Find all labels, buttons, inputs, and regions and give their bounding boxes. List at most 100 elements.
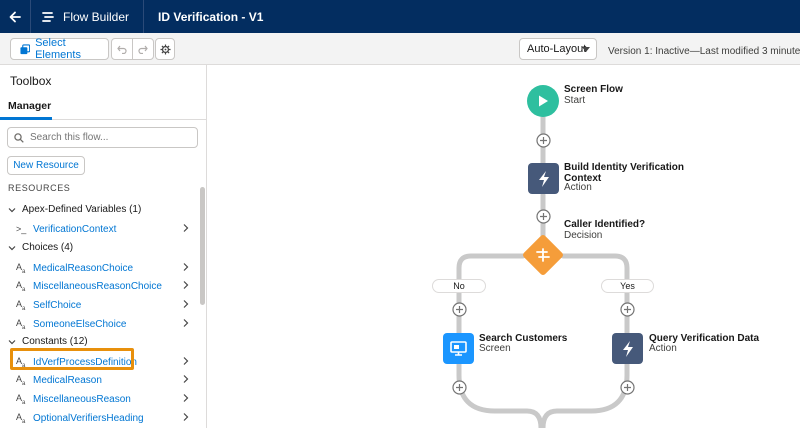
undo-icon	[117, 45, 127, 54]
resource-name: MiscellaneousReason	[33, 393, 131, 405]
text-type-icon: Aa	[16, 261, 26, 275]
list-item[interactable]: >_ VerificationContext	[16, 222, 194, 236]
decision-node-title: Caller Identified?	[564, 219, 646, 230]
toolbox-panel: Toolbox Manager New Resource RESOURCES A…	[0, 65, 207, 428]
chevron-right-icon	[183, 281, 189, 289]
flow-search	[7, 127, 198, 148]
text-type-icon: Aa	[16, 392, 26, 406]
action-node-title: Build Identity Verification Context	[564, 162, 684, 184]
plus-icon[interactable]	[620, 302, 635, 317]
start-node[interactable]	[527, 85, 559, 117]
start-node-title: Screen Flow	[564, 84, 623, 95]
lightning-icon	[538, 170, 549, 187]
text-type-icon: Aa	[16, 373, 26, 387]
settings-button[interactable]	[155, 38, 175, 60]
resource-name: MedicalReasonChoice	[33, 262, 134, 274]
group-choices[interactable]: Choices (4)	[8, 242, 73, 253]
chevron-right-icon	[183, 263, 189, 271]
scrollbar[interactable]	[200, 187, 205, 305]
flow-title: ID Verification - V1	[158, 9, 264, 24]
flow-canvas[interactable]: Screen Flow Start Build Identity Verific…	[207, 65, 800, 428]
active-tab-indicator	[0, 117, 52, 120]
group-apex-defined-variables[interactable]: Apex-Defined Variables (1)	[8, 204, 141, 215]
apex-type-icon: >_	[16, 224, 27, 234]
screen-icon	[450, 341, 467, 356]
start-node-type: Start	[564, 95, 586, 106]
action-node-query-verification[interactable]	[612, 333, 643, 364]
decision-node-type: Decision	[564, 230, 603, 241]
flow-connectors	[456, 114, 630, 428]
list-item[interactable]: Aa MedicalReasonChoice	[16, 261, 194, 275]
app-name: Flow Builder	[63, 9, 130, 24]
chevron-right-icon	[183, 319, 189, 327]
chevron-down-icon	[8, 339, 16, 344]
text-type-icon: Aa	[16, 317, 26, 331]
layout-select[interactable]: Auto-Layout	[519, 38, 597, 60]
action-node-type: Action	[564, 182, 592, 193]
screen-node-search-customers[interactable]	[443, 333, 474, 364]
plus-icon[interactable]	[536, 133, 551, 148]
branch-label-no[interactable]: No	[432, 279, 486, 293]
app-header: Flow Builder ID Verification - V1	[0, 0, 800, 33]
plus-icon[interactable]	[620, 380, 635, 395]
chevron-right-icon	[183, 413, 189, 421]
list-item[interactable]: Aa SomeoneElseChoice	[16, 317, 194, 331]
tab-manager[interactable]: Manager	[8, 100, 51, 112]
flow-builder-logo-icon	[42, 11, 54, 22]
list-item[interactable]: Aa MedicalReason	[16, 373, 194, 387]
select-elements-icon	[20, 43, 31, 54]
chevron-down-icon	[8, 207, 16, 212]
plus-icon[interactable]	[452, 380, 467, 395]
list-item[interactable]: Aa SelfChoice	[16, 298, 194, 312]
screen-node-type: Screen	[479, 343, 511, 354]
group-constants[interactable]: Constants (12)	[8, 336, 88, 347]
resource-name: VerificationContext	[33, 223, 117, 235]
toolbox-tabs: Manager	[0, 95, 206, 120]
resources-heading: RESOURCES	[8, 183, 71, 193]
search-icon	[14, 132, 24, 143]
chevron-down-icon	[582, 47, 590, 52]
undo-redo-group	[111, 38, 154, 60]
group-label: Constants (12)	[22, 336, 88, 347]
redo-icon	[138, 45, 149, 54]
select-elements-button[interactable]: Select Elements	[10, 37, 109, 61]
plus-icon[interactable]	[452, 302, 467, 317]
chevron-right-icon	[183, 300, 189, 308]
lightning-icon	[622, 340, 633, 357]
list-item[interactable]: Aa OptionalVerifiersHeading	[16, 411, 194, 425]
chevron-right-icon	[183, 224, 189, 232]
resource-name: OptionalVerifiersHeading	[33, 412, 144, 424]
play-icon	[539, 95, 548, 107]
branch-label-yes[interactable]: Yes	[601, 279, 654, 293]
redo-button[interactable]	[132, 38, 153, 60]
text-type-icon: Aa	[16, 279, 26, 293]
resource-name: MedicalReason	[33, 374, 102, 386]
resource-name: SelfChoice	[33, 299, 82, 311]
text-type-icon: Aa	[16, 411, 26, 425]
list-item[interactable]: Aa MiscellaneousReason	[16, 392, 194, 406]
highlight-box	[10, 348, 134, 370]
decision-icon	[536, 248, 550, 262]
search-input[interactable]	[30, 132, 190, 143]
action-node-title-line1: Build Identity Verification	[564, 162, 685, 173]
action-node-type: Action	[649, 343, 677, 354]
chevron-down-icon	[8, 245, 16, 250]
toolbar: Select Elements Auto-Layout Version 1: I…	[0, 33, 800, 65]
toolbox-title: Toolbox	[10, 74, 52, 88]
back-arrow-icon	[9, 11, 21, 22]
group-label: Apex-Defined Variables (1)	[22, 204, 142, 215]
gear-icon	[159, 43, 171, 55]
undo-button[interactable]	[112, 38, 132, 60]
list-item[interactable]: Aa MiscellaneousReasonChoice	[16, 279, 194, 293]
resource-name: SomeoneElseChoice	[33, 318, 127, 330]
action-node-build-context[interactable]	[528, 163, 559, 194]
plus-icon[interactable]	[536, 209, 551, 224]
new-resource-button[interactable]: New Resource	[7, 156, 85, 175]
back-button[interactable]	[0, 0, 31, 33]
app-brand: Flow Builder	[31, 0, 145, 33]
resource-name: MiscellaneousReasonChoice	[33, 280, 162, 292]
text-type-icon: Aa	[16, 298, 26, 312]
group-label: Choices (4)	[22, 242, 74, 253]
version-status: Version 1: Inactive—Last modified 3 minu…	[608, 46, 800, 57]
chevron-right-icon	[183, 394, 189, 402]
